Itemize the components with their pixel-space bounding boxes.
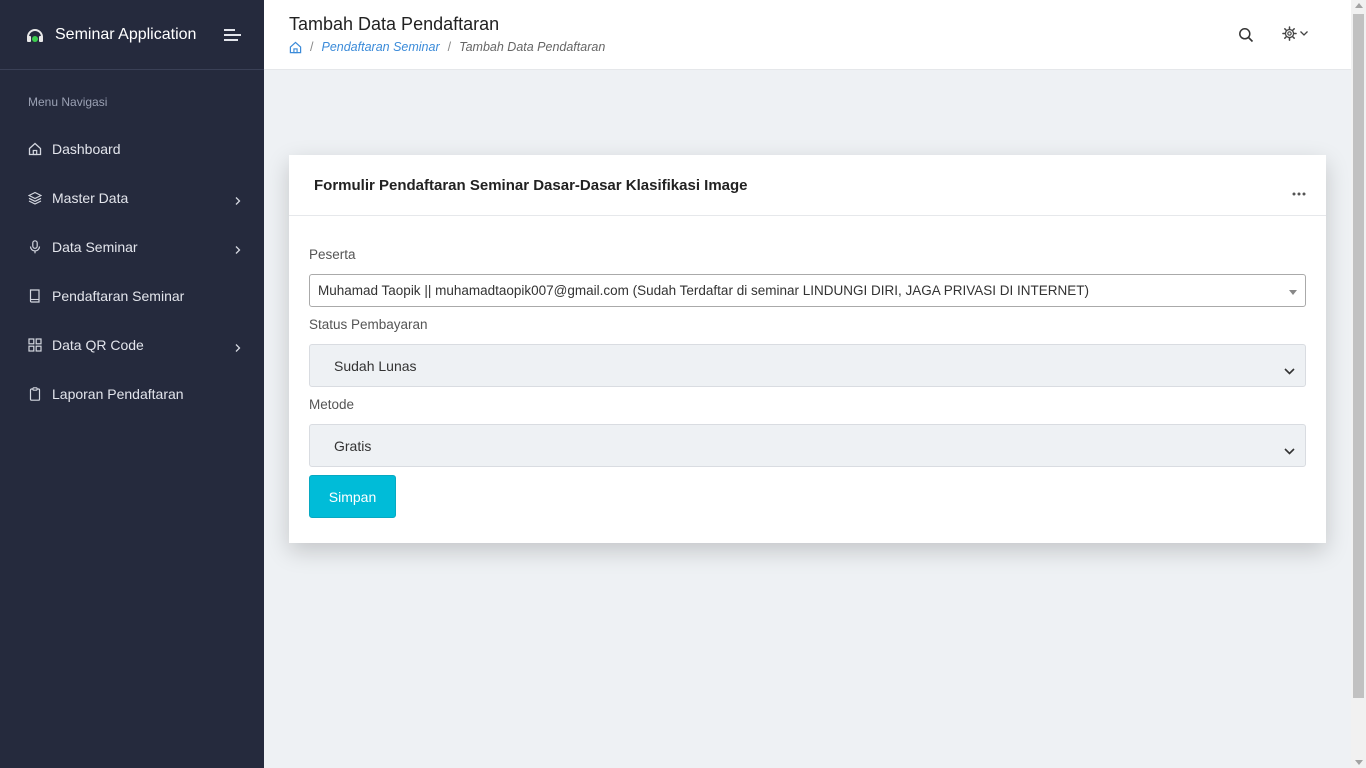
breadcrumb-home-icon[interactable] xyxy=(289,41,302,54)
metode-value: Gratis xyxy=(334,437,372,454)
save-button[interactable]: Simpan xyxy=(309,475,396,518)
sidebar-item-data-seminar[interactable]: Data Seminar xyxy=(0,222,264,271)
sidebar: Seminar Application Menu Navigasi Dashbo… xyxy=(0,0,264,768)
chevron-down-icon xyxy=(1284,362,1295,375)
home-icon xyxy=(28,142,42,156)
sidebar-item-pendaftaran-seminar[interactable]: Pendaftaran Seminar xyxy=(0,271,264,320)
registration-form-card: Formulir Pendaftaran Seminar Dasar-Dasar… xyxy=(289,155,1326,543)
peserta-label: Peserta xyxy=(309,247,356,262)
metode-select[interactable]: Gratis xyxy=(309,424,1306,467)
chevron-right-icon xyxy=(234,340,242,352)
app-title: Seminar Application xyxy=(55,25,197,43)
sidebar-item-laporan-pendaftaran[interactable]: Laporan Pendaftaran xyxy=(0,369,264,418)
card-title: Formulir Pendaftaran Seminar Dasar-Dasar… xyxy=(314,176,748,194)
sidebar-item-label: Data Seminar xyxy=(52,238,138,255)
metode-label: Metode xyxy=(309,397,355,412)
sidebar-item-data-qr-code[interactable]: Data QR Code xyxy=(0,320,264,369)
status-pembayaran-value: Sudah Lunas xyxy=(334,357,417,374)
sidebar-item-label: Pendaftaran Seminar xyxy=(52,287,185,304)
breadcrumb-separator: / xyxy=(447,40,452,54)
scroll-up-arrow[interactable] xyxy=(1355,3,1363,8)
breadcrumb: / Pendaftaran Seminar / Tambah Data Pend… xyxy=(289,40,605,54)
page-title: Tambah Data Pendaftaran xyxy=(289,14,500,34)
chevron-right-icon xyxy=(234,242,242,254)
chevron-down-icon xyxy=(1299,30,1309,37)
sidebar-item-dashboard[interactable]: Dashboard xyxy=(0,124,264,173)
chevron-right-icon xyxy=(234,193,242,205)
sidebar-item-label: Master Data xyxy=(52,189,129,206)
sidebar-item-label: Data QR Code xyxy=(52,336,144,353)
menu-caption: Menu Navigasi xyxy=(28,95,108,109)
caret-down-icon xyxy=(1289,290,1297,295)
gear-icon xyxy=(1282,26,1297,41)
sidebar-item-master-data[interactable]: Master Data xyxy=(0,173,264,222)
settings-dropdown[interactable] xyxy=(1282,26,1309,41)
scroll-down-arrow[interactable] xyxy=(1355,760,1363,765)
brand: Seminar Application xyxy=(0,0,264,70)
sidebar-item-label: Laporan Pendaftaran xyxy=(52,385,184,402)
menu-toggle-icon[interactable] xyxy=(224,28,242,42)
chevron-down-icon xyxy=(1284,442,1295,455)
card-header: Formulir Pendaftaran Seminar Dasar-Dasar… xyxy=(289,155,1326,216)
breadcrumb-link[interactable]: Pendaftaran Seminar xyxy=(321,40,439,54)
peserta-select[interactable]: Muhamad Taopik || muhamadtaopik007@gmail… xyxy=(309,274,1306,307)
top-header: Tambah Data Pendaftaran / Pendaftaran Se… xyxy=(264,0,1351,70)
breadcrumb-current: Tambah Data Pendaftaran xyxy=(459,40,606,54)
peserta-selected-value: Muhamad Taopik || muhamadtaopik007@gmail… xyxy=(318,283,1090,298)
scrollbar-thumb[interactable] xyxy=(1353,14,1364,698)
grid-icon xyxy=(28,337,42,352)
layers-icon xyxy=(28,191,42,205)
sidebar-item-label: Dashboard xyxy=(52,140,121,157)
book-icon xyxy=(28,288,42,303)
page-scrollbar[interactable] xyxy=(1351,0,1366,768)
app-logo-icon xyxy=(24,24,46,46)
status-pembayaran-label: Status Pembayaran xyxy=(309,317,428,332)
breadcrumb-separator: / xyxy=(310,40,314,54)
search-icon[interactable] xyxy=(1238,27,1254,43)
clipboard-icon xyxy=(28,386,42,401)
more-options-icon[interactable] xyxy=(1292,183,1306,196)
status-pembayaran-select[interactable]: Sudah Lunas xyxy=(309,344,1306,387)
microphone-icon xyxy=(28,239,42,254)
